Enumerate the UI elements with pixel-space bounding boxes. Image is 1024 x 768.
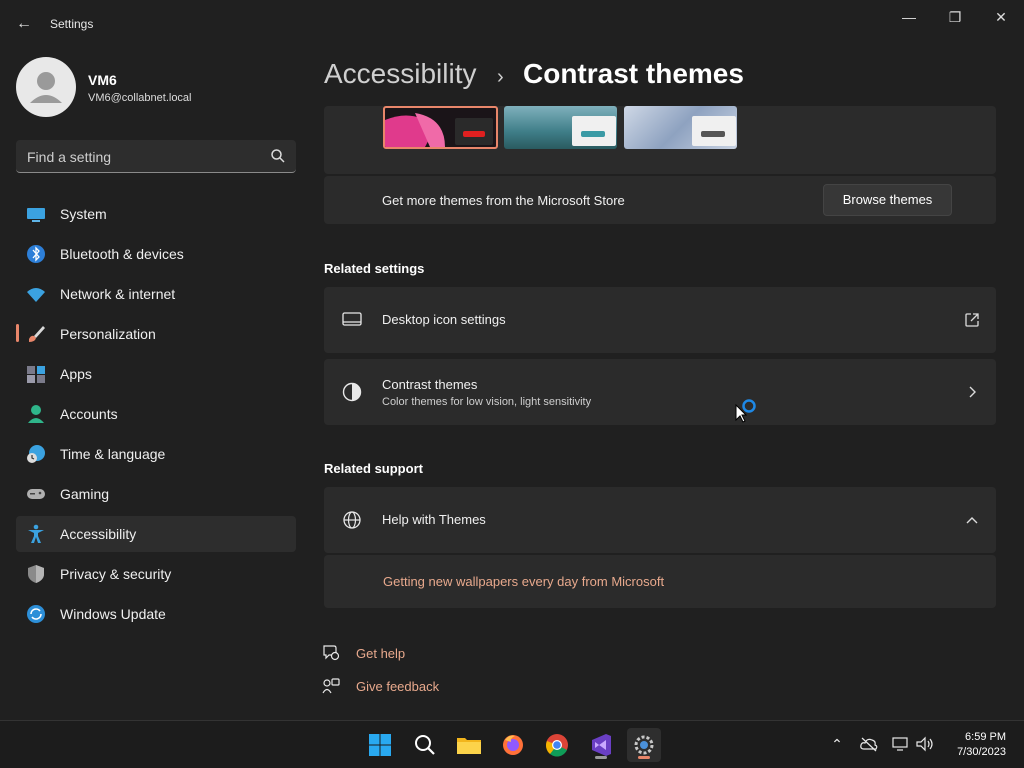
shield-icon (28, 565, 44, 583)
breadcrumb-separator: › (497, 66, 504, 88)
chrome-icon (546, 734, 568, 757)
desktop-icon (342, 312, 362, 326)
network-icon[interactable] (891, 736, 911, 752)
user-email: VM6@collabnet.local (88, 92, 192, 104)
monitor-icon (27, 208, 45, 222)
sidebar-item-apps[interactable]: Apps (16, 356, 296, 392)
user-name: VM6 (88, 72, 117, 88)
sidebar-item-accounts[interactable]: Accounts (16, 396, 296, 432)
gamepad-icon (27, 489, 45, 499)
sidebar-item-privacy[interactable]: Privacy & security (16, 556, 296, 592)
search-placeholder: Find a setting (27, 149, 112, 165)
related-settings-heading: Related settings (324, 261, 425, 276)
desktop-icon-settings-label: Desktop icon settings (382, 312, 506, 327)
contrast-themes-description: Color themes for low vision, light sensi… (382, 396, 592, 408)
external-link-icon (965, 313, 979, 327)
taskbar-search-button[interactable] (408, 728, 442, 762)
breadcrumb-parent[interactable]: Accessibility (324, 58, 476, 90)
help-with-themes-header[interactable]: Help with Themes (324, 487, 996, 553)
cloud-offline-icon[interactable] (859, 736, 879, 752)
wifi-icon (27, 288, 45, 302)
volume-icon[interactable] (915, 736, 935, 752)
minimize-button[interactable]: — (894, 8, 924, 26)
search-icon (415, 735, 435, 755)
related-support-heading: Related support (324, 461, 423, 476)
desktop-icon-settings-row[interactable]: Desktop icon settings (324, 287, 996, 353)
sidebar-item-windows-update[interactable]: Windows Update (16, 596, 296, 632)
apps-icon (27, 366, 45, 383)
give-feedback-link[interactable]: Give feedback (356, 679, 439, 694)
taskbar-visual-studio[interactable] (584, 728, 618, 762)
help-with-themes-content: Getting new wallpapers every day from Mi… (324, 555, 996, 608)
title-bar (0, 0, 1024, 48)
taskbar-settings[interactable] (627, 728, 661, 762)
start-button[interactable] (363, 728, 397, 762)
maximize-button[interactable]: ❐ (940, 8, 970, 26)
person-icon (28, 405, 44, 423)
active-app-indicator (638, 756, 650, 759)
sidebar-item-network[interactable]: Network & internet (16, 276, 296, 312)
theme-preview-image (572, 116, 616, 146)
chevron-right-icon (969, 386, 976, 398)
store-themes-text: Get more themes from the Microsoft Store (382, 193, 625, 208)
firefox-icon (503, 735, 523, 755)
taskbar-file-explorer[interactable] (452, 728, 486, 762)
wallpapers-help-link[interactable]: Getting new wallpapers every day from Mi… (383, 574, 664, 589)
get-help-link[interactable]: Get help (356, 646, 405, 661)
app-title: Settings (50, 17, 94, 31)
person-icon (30, 72, 62, 103)
feedback-icon (322, 678, 340, 694)
browse-themes-button[interactable]: Browse themes (823, 184, 952, 216)
contrast-themes-label: Contrast themes (382, 377, 478, 392)
avatar[interactable] (16, 57, 76, 117)
brush-icon (29, 326, 45, 342)
sidebar-item-gaming[interactable]: Gaming (16, 476, 296, 512)
sidebar-item-personalization[interactable]: Personalization (16, 316, 296, 352)
theme-thumbnail-aquatic[interactable] (383, 106, 498, 149)
mouse-cursor-icon (735, 404, 747, 423)
accessibility-icon (28, 524, 44, 543)
tray-overflow-chevron-up-icon[interactable]: ⌃ (827, 736, 847, 754)
taskbar-clock[interactable]: 6:59 PM 7/30/2023 (944, 730, 1006, 760)
theme-thumbnail-dusk[interactable] (624, 106, 737, 149)
contrast-icon (342, 382, 362, 402)
running-indicator (595, 756, 607, 759)
back-arrow-icon[interactable]: ← (14, 14, 34, 34)
clock-time: 6:59 PM (965, 731, 1006, 743)
theme-preview-image (692, 116, 736, 146)
help-with-themes-label: Help with Themes (382, 512, 486, 527)
chevron-up-icon[interactable] (966, 515, 978, 525)
search-icon[interactable] (270, 148, 286, 164)
globe-icon (343, 511, 361, 529)
windows-start-icon (369, 734, 391, 756)
sidebar-item-bluetooth[interactable]: Bluetooth & devices (16, 236, 296, 272)
taskbar-chrome[interactable] (540, 728, 574, 762)
page-title: Contrast themes (523, 58, 744, 89)
update-icon (27, 605, 45, 623)
file-explorer-icon (457, 738, 481, 754)
taskbar-firefox[interactable] (496, 728, 530, 762)
contrast-themes-row[interactable]: Contrast themes Color themes for low vis… (324, 359, 996, 425)
clock-globe-icon (27, 445, 45, 463)
theme-preview-image (385, 113, 493, 147)
sidebar-item-time-language[interactable]: Time & language (16, 436, 296, 472)
clock-date: 7/30/2023 (957, 746, 1006, 758)
bluetooth-icon (27, 245, 45, 263)
search-input[interactable]: Find a setting (16, 140, 296, 173)
close-button[interactable]: ✕ (986, 8, 1016, 26)
help-chat-icon (323, 645, 340, 661)
sidebar-item-accessibility[interactable]: Accessibility (16, 516, 296, 552)
theme-thumbnail-desert[interactable] (504, 106, 617, 149)
sidebar-item-system[interactable]: System (16, 196, 296, 232)
